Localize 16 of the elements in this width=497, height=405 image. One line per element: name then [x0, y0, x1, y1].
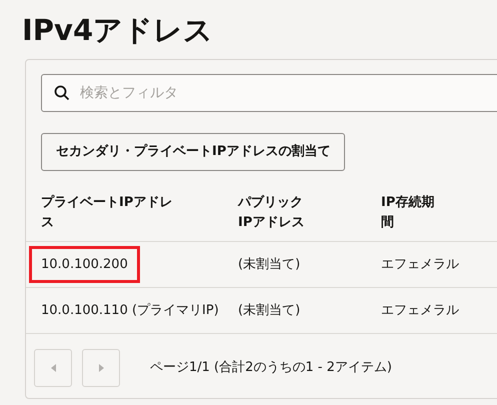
- table-cell-text: (未割当て): [238, 302, 300, 320]
- search-icon: [54, 85, 70, 101]
- right-caret-icon: [98, 364, 104, 372]
- search-field[interactable]: 検索とフィルタ: [41, 74, 497, 112]
- column-header: パブリックIPアドレス: [238, 194, 306, 232]
- pagination-text: ページ1/1 (合計2のうちの1 - 2アイテム): [150, 359, 392, 378]
- left-caret-icon: [50, 364, 56, 372]
- table-cell-text: エフェメラル: [381, 302, 459, 320]
- page-title: IPv4アドレス: [21, 12, 214, 48]
- table-cell-text: (未割当て): [238, 256, 300, 274]
- column-header: プライベートIPアドレス: [41, 194, 174, 232]
- table-cell-text: エフェメラル: [381, 256, 459, 274]
- table-cell: 10.0.100.200: [29, 246, 140, 284]
- assign-button[interactable]: セカンダリ・プライベートIPアドレスの割当て: [41, 133, 346, 171]
- table-cell-text: 10.0.100.110 (プライマリIP): [40, 302, 220, 320]
- column-header: IP存続期間: [381, 194, 436, 232]
